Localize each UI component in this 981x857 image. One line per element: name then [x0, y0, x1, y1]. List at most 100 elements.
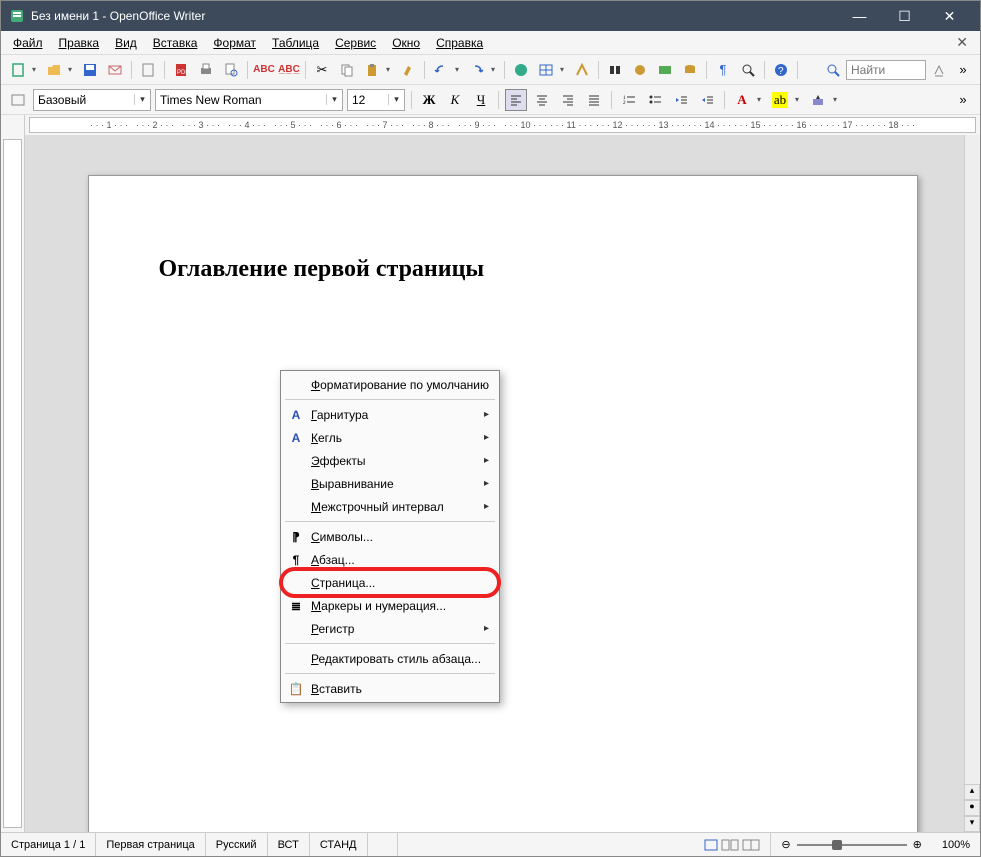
font-size-input[interactable]: [348, 90, 388, 110]
dropdown-icon[interactable]: ▾: [68, 65, 76, 74]
horizontal-ruler[interactable]: · · · 1 · · ·· · · 2 · · ·· · · 3 · · ··…: [29, 117, 976, 133]
dropdown-icon[interactable]: ▾: [386, 65, 394, 74]
close-document-button[interactable]: ✕: [950, 32, 974, 53]
show-draw-icon[interactable]: [571, 59, 593, 81]
context-menu-item[interactable]: ≣Маркеры и нумерация...: [283, 594, 497, 617]
context-menu-item[interactable]: Редактировать стиль абзаца...: [283, 647, 497, 670]
context-menu-item[interactable]: AКегль▸: [283, 426, 497, 449]
find-icon[interactable]: [822, 59, 844, 81]
find-next-icon[interactable]: [928, 59, 950, 81]
open-icon[interactable]: [43, 59, 65, 81]
redo-icon[interactable]: [466, 59, 488, 81]
context-menu-item[interactable]: Форматирование по умолчанию: [283, 373, 497, 396]
status-page[interactable]: Страница 1 / 1: [1, 833, 96, 856]
gallery-icon[interactable]: [654, 59, 676, 81]
menu-insert[interactable]: Вставка: [147, 34, 204, 52]
cut-icon[interactable]: ✂: [311, 59, 333, 81]
zoom-out-button[interactable]: ⊖: [781, 838, 790, 851]
status-modified[interactable]: [368, 833, 398, 856]
status-insert-mode[interactable]: ВСТ: [268, 833, 310, 856]
increase-indent-button[interactable]: [696, 89, 718, 111]
nonprinting-icon[interactable]: ¶: [712, 59, 734, 81]
print-preview-icon[interactable]: [220, 59, 242, 81]
print-icon[interactable]: [195, 59, 217, 81]
datasource-icon[interactable]: [679, 59, 701, 81]
align-justify-button[interactable]: [583, 89, 605, 111]
table-icon[interactable]: [535, 59, 557, 81]
zoom-in-button[interactable]: ⊕: [913, 838, 922, 851]
status-language[interactable]: Русский: [206, 833, 268, 856]
dropdown-icon[interactable]: ▾: [388, 94, 404, 105]
paste-icon[interactable]: [361, 59, 383, 81]
context-menu-item[interactable]: Эффекты▸: [283, 449, 497, 472]
vertical-scrollbar[interactable]: ▴ ● ▾: [964, 135, 980, 832]
italic-button[interactable]: К: [444, 89, 466, 111]
align-left-button[interactable]: [505, 89, 527, 111]
context-menu-item[interactable]: ¶Абзац...: [283, 548, 497, 571]
copy-icon[interactable]: [336, 59, 358, 81]
context-menu-item[interactable]: AГарнитура▸: [283, 403, 497, 426]
bold-button[interactable]: Ж: [418, 89, 440, 111]
view-single-icon[interactable]: [704, 839, 718, 851]
undo-icon[interactable]: [430, 59, 452, 81]
decrease-indent-button[interactable]: [670, 89, 692, 111]
help-icon[interactable]: ?: [770, 59, 792, 81]
new-doc-icon[interactable]: [7, 59, 29, 81]
export-pdf-icon[interactable]: PDF: [170, 59, 192, 81]
context-menu-item[interactable]: Страница...: [283, 571, 497, 594]
bullet-list-button[interactable]: [644, 89, 666, 111]
view-book-icon[interactable]: [742, 839, 760, 851]
underline-button[interactable]: Ч: [470, 89, 492, 111]
document-heading[interactable]: Оглавление первой страницы: [159, 256, 847, 283]
font-name-input[interactable]: [156, 90, 326, 110]
page-up-button[interactable]: ▴: [964, 784, 980, 800]
paragraph-style-input[interactable]: [34, 90, 134, 110]
context-menu-item[interactable]: Межстрочный интервал▸: [283, 495, 497, 518]
close-button[interactable]: ✕: [927, 1, 972, 31]
zoom-icon[interactable]: [737, 59, 759, 81]
document-scroll[interactable]: Оглавление первой страницы: [25, 135, 980, 832]
align-center-button[interactable]: [531, 89, 553, 111]
menu-view[interactable]: Вид: [109, 34, 143, 52]
font-color-button[interactable]: A: [731, 89, 753, 111]
dropdown-icon[interactable]: ▾: [795, 95, 803, 104]
find-input[interactable]: [846, 60, 926, 80]
dropdown-icon[interactable]: ▾: [134, 94, 150, 105]
vertical-ruler[interactable]: [1, 135, 25, 832]
context-menu-item[interactable]: 📋Вставить: [283, 677, 497, 700]
dropdown-icon[interactable]: ▾: [560, 65, 568, 74]
styles-icon[interactable]: [7, 89, 29, 111]
autospell-icon[interactable]: A̲B̲C̲: [278, 59, 300, 81]
maximize-button[interactable]: ☐: [882, 1, 927, 31]
menu-tools[interactable]: Сервис: [329, 34, 382, 52]
menu-table[interactable]: Таблица: [266, 34, 325, 52]
status-page-style[interactable]: Первая страница: [96, 833, 205, 856]
highlight-button[interactable]: ab: [769, 89, 791, 111]
font-size-combo[interactable]: ▾: [347, 89, 405, 111]
spellcheck-icon[interactable]: ABC: [253, 59, 275, 81]
save-icon[interactable]: [79, 59, 101, 81]
email-icon[interactable]: [104, 59, 126, 81]
edit-file-icon[interactable]: [137, 59, 159, 81]
menu-file[interactable]: Файл: [7, 34, 49, 52]
align-right-button[interactable]: [557, 89, 579, 111]
font-name-combo[interactable]: ▾: [155, 89, 343, 111]
dropdown-icon[interactable]: ▾: [833, 95, 841, 104]
menu-edit[interactable]: Правка: [53, 34, 106, 52]
dropdown-icon[interactable]: ▾: [326, 94, 342, 105]
numbered-list-button[interactable]: 12: [618, 89, 640, 111]
context-menu-item[interactable]: ⁋Символы...: [283, 525, 497, 548]
document-page[interactable]: Оглавление первой страницы: [88, 175, 918, 832]
view-layout-buttons[interactable]: [694, 833, 771, 856]
background-color-button[interactable]: [807, 89, 829, 111]
dropdown-icon[interactable]: ▾: [455, 65, 463, 74]
hyperlink-icon[interactable]: [510, 59, 532, 81]
page-down-button[interactable]: ▾: [964, 816, 980, 832]
find-replace-icon[interactable]: [604, 59, 626, 81]
dropdown-icon[interactable]: ▾: [32, 65, 40, 74]
menu-help[interactable]: Справка: [430, 34, 489, 52]
paragraph-style-combo[interactable]: ▾: [33, 89, 151, 111]
toolbar-overflow-icon[interactable]: »: [952, 59, 974, 81]
menu-window[interactable]: Окно: [386, 34, 426, 52]
view-multi-icon[interactable]: [721, 839, 739, 851]
